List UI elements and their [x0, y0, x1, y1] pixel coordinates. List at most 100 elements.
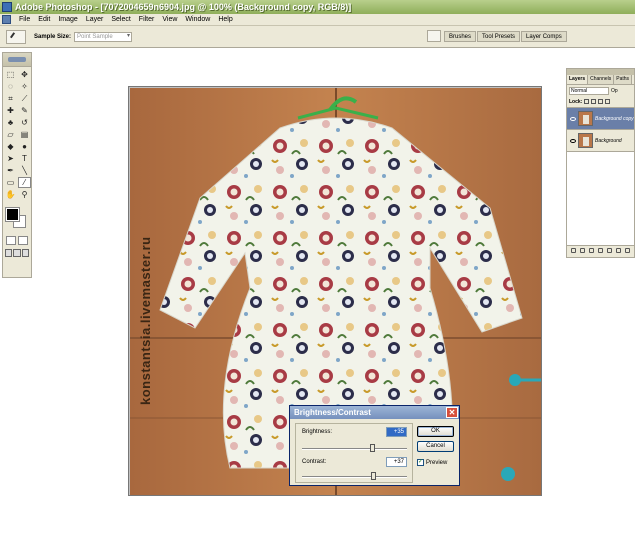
layers-list-empty-area	[567, 151, 634, 245]
blend-mode-select[interactable]: Normal	[569, 86, 609, 95]
preview-label: Preview	[426, 459, 448, 466]
menu-edit[interactable]: Edit	[34, 16, 54, 23]
menu-bar: File Edit Image Layer Select Filter View…	[0, 14, 635, 26]
brightness-slider-track[interactable]	[302, 448, 407, 450]
lock-all-icon[interactable]	[605, 99, 611, 104]
eraser-tool-icon[interactable]: ▱	[4, 129, 17, 140]
standard-screen-button[interactable]	[5, 249, 13, 257]
slice-tool-icon[interactable]: ⟋	[18, 93, 31, 104]
type-tool-icon[interactable]: T	[18, 153, 31, 164]
layer-thumbnail	[578, 133, 593, 148]
contrast-label: Contrast:	[302, 459, 327, 465]
layer-thumbnail	[578, 111, 593, 126]
layer-name: Background copy	[595, 115, 634, 122]
lasso-tool-icon[interactable]: ◌	[4, 81, 17, 92]
marquee-tool-icon[interactable]: ⬚	[4, 69, 17, 80]
dodge-tool-icon[interactable]: ●	[18, 141, 31, 152]
tab-paths[interactable]: Paths	[614, 75, 633, 84]
menu-filter[interactable]: Filter	[135, 16, 159, 23]
layer-style-icon[interactable]	[580, 248, 585, 253]
hand-tool-icon[interactable]: ✋	[4, 189, 17, 200]
brightness-slider-thumb[interactable]	[370, 444, 376, 452]
layers-panel: Layers Channels Paths Normal Op Lock: Ba…	[566, 68, 635, 258]
brush-tool-icon[interactable]: ✎	[18, 105, 31, 116]
menu-help[interactable]: Help	[214, 16, 236, 23]
gradient-tool-icon[interactable]: ▤	[18, 129, 31, 140]
full-screen-menu-button[interactable]	[13, 249, 21, 257]
contrast-input[interactable]: +37	[386, 457, 407, 467]
menu-image[interactable]: Image	[54, 16, 81, 23]
brightness-input[interactable]: +35	[386, 427, 407, 437]
full-screen-button[interactable]	[21, 249, 29, 257]
eye-icon[interactable]	[570, 138, 576, 143]
adjustment-layer-icon[interactable]	[598, 248, 603, 253]
tab-channels[interactable]: Channels	[588, 75, 615, 84]
close-icon[interactable]: ✕	[446, 407, 458, 418]
palette-well-icon[interactable]	[427, 30, 441, 42]
menu-file[interactable]: File	[15, 16, 34, 23]
trash-icon[interactable]	[625, 248, 630, 253]
move-tool-icon[interactable]: ✥	[18, 69, 31, 80]
menu-window[interactable]: Window	[181, 16, 214, 23]
layers-panel-footer	[567, 245, 634, 255]
shape-tool-icon[interactable]: ╲	[18, 165, 31, 176]
ok-button[interactable]: OK	[417, 426, 454, 437]
sample-size-select[interactable]: Point Sample	[74, 31, 133, 42]
eyedropper-preset-icon[interactable]	[6, 29, 26, 44]
photoshop-app-icon[interactable]	[2, 2, 12, 12]
layer-row-background[interactable]: Background	[567, 129, 634, 151]
new-group-icon[interactable]	[607, 248, 612, 253]
eye-icon[interactable]	[570, 116, 576, 121]
pen-tool-icon[interactable]: ✒	[4, 165, 17, 176]
dialog-title: Brightness/Contrast	[294, 408, 371, 417]
link-layers-icon[interactable]	[571, 248, 576, 253]
palette-wells: Brushes Tool Presets Layer Comps	[444, 31, 568, 42]
cancel-button[interactable]: Cancel	[417, 441, 454, 452]
well-tab-brushes[interactable]: Brushes	[444, 31, 477, 42]
ps-logo-icon[interactable]	[2, 15, 11, 24]
toolbox: ⬚ ✥ ◌ ✧ ⌗ ⟋ ✚ ✎ ♣ ↺ ▱ ▤ ◆ ● ➤ T ✒ ╲ ▭ ⁄ …	[2, 52, 32, 278]
watermark-text: konstantsia.livemaster.ru	[138, 236, 153, 405]
lock-transparency-icon[interactable]	[584, 99, 590, 104]
sample-size-label: Sample Size:	[34, 33, 72, 40]
layer-mask-icon[interactable]	[589, 248, 594, 253]
lock-label: Lock:	[569, 98, 583, 105]
menu-layer[interactable]: Layer	[82, 16, 108, 23]
preview-checkbox[interactable]: ✓	[417, 459, 424, 466]
lock-position-icon[interactable]	[598, 99, 604, 104]
opacity-label: Op	[611, 87, 618, 94]
color-swatches	[3, 204, 31, 234]
tab-layers[interactable]: Layers	[567, 75, 589, 84]
dialog-title-bar[interactable]: Brightness/Contrast	[290, 406, 459, 419]
adjustment-group: Brightness: +35 Contrast: +37	[295, 423, 413, 483]
wardrobe-knob	[501, 467, 515, 481]
quick-mask-mode-button[interactable]	[18, 236, 28, 245]
zoom-tool-icon[interactable]: ⚲	[18, 189, 31, 200]
blur-tool-icon[interactable]: ◆	[4, 141, 17, 152]
crop-tool-icon[interactable]: ⌗	[4, 93, 17, 104]
notes-tool-icon[interactable]: ▭	[4, 177, 17, 188]
new-layer-icon[interactable]	[616, 248, 621, 253]
foreground-color-swatch[interactable]	[5, 207, 20, 222]
contrast-slider-thumb[interactable]	[371, 472, 377, 480]
eyedropper-tool-icon[interactable]: ⁄	[18, 177, 31, 188]
magic-wand-tool-icon[interactable]: ✧	[18, 81, 31, 92]
history-brush-tool-icon[interactable]: ↺	[18, 117, 31, 128]
standard-mode-button[interactable]	[6, 236, 16, 245]
path-selection-tool-icon[interactable]: ➤	[4, 153, 17, 164]
menu-select[interactable]: Select	[107, 16, 134, 23]
layer-name: Background	[595, 137, 622, 144]
title-bar: Adobe Photoshop - [7072004659n6904.jpg @…	[0, 0, 635, 14]
clone-stamp-tool-icon[interactable]: ♣	[4, 117, 17, 128]
well-tab-layer-comps[interactable]: Layer Comps	[521, 31, 567, 42]
layer-row-background-copy[interactable]: Background copy	[567, 107, 634, 129]
well-tab-tool-presets[interactable]: Tool Presets	[477, 31, 521, 42]
window-title: Adobe Photoshop - [7072004659n6904.jpg @…	[15, 2, 352, 12]
preview-option: ✓ Preview	[417, 459, 447, 466]
lock-image-icon[interactable]	[591, 99, 597, 104]
toolbox-header[interactable]	[3, 53, 31, 67]
healing-brush-tool-icon[interactable]: ✚	[4, 105, 17, 116]
contrast-slider-track[interactable]	[302, 476, 407, 478]
menu-view[interactable]: View	[158, 16, 181, 23]
brightness-contrast-dialog: Brightness/Contrast ✕ Brightness: +35 Co…	[289, 405, 460, 486]
